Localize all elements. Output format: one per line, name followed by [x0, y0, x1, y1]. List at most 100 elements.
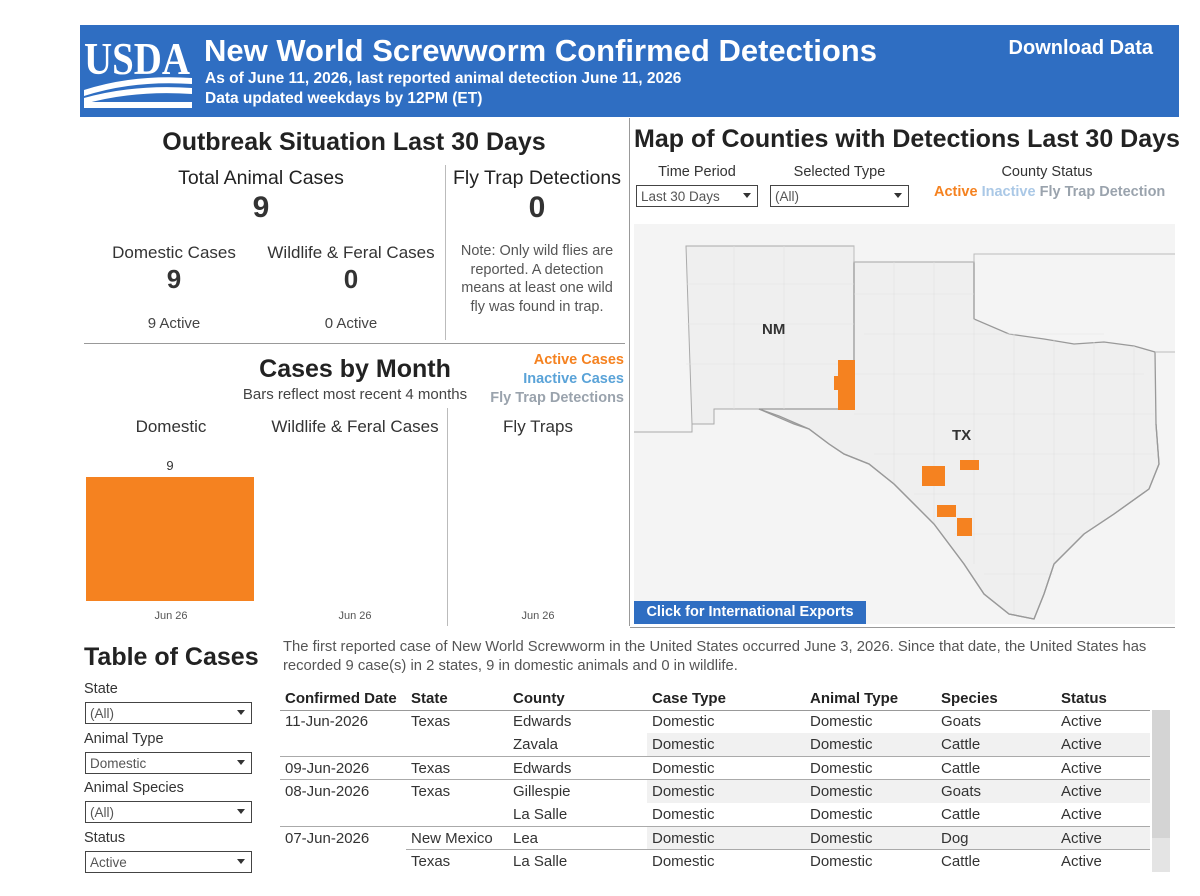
county-status-label: County Status — [1001, 164, 1093, 180]
flytrap-note: Note: Only wild flies are reported. A de… — [460, 243, 614, 315]
table-cell-species: Goats — [941, 713, 982, 731]
table-cell-species: Cattle — [936, 733, 1056, 757]
table-cell-species: Cattle — [941, 806, 981, 824]
table-cell-animal-type: Domestic — [810, 713, 873, 731]
wildlife-cases-label: Wildlife & Feral Cases — [267, 243, 435, 262]
status-active: Active — [934, 184, 978, 200]
panel-label-wildlife: Wildlife & Feral Cases — [271, 417, 439, 436]
chevron-down-icon — [743, 193, 751, 198]
table-cell-case-type: Domestic — [652, 806, 715, 824]
table-title: Table of Cases — [84, 643, 259, 671]
table-cell-state: Texas — [406, 849, 508, 874]
table-cell-status: Active — [1056, 825, 1150, 850]
table-cell-date: 07-Jun-2026 — [280, 825, 406, 850]
wildlife-cases-value: 0 — [343, 264, 359, 294]
filter-label-animal-species: Animal Species — [84, 780, 184, 796]
bar-domestic[interactable] — [86, 477, 254, 601]
state-label-nm: NM — [762, 321, 785, 338]
county-lea[interactable] — [838, 360, 855, 410]
divider — [629, 118, 630, 626]
county-gillespie[interactable] — [960, 460, 979, 470]
table-cell-date — [280, 733, 406, 756]
scrollbar-thumb[interactable] — [1152, 710, 1170, 838]
total-cases-value: 9 — [252, 191, 270, 224]
chevron-down-icon — [237, 710, 245, 715]
table-cell-animal-type: Domestic — [810, 806, 873, 824]
table-row[interactable]: 09-Jun-2026 Texas Edwards Domestic Domestic C… — [280, 756, 1150, 780]
table-cell-county: Lea — [508, 825, 647, 850]
col-header-species[interactable]: Species — [936, 688, 1056, 711]
table-scrollbar[interactable] — [1152, 710, 1170, 872]
animal-type-filter-dropdown[interactable]: Domestic — [85, 752, 252, 774]
table-cell-date — [280, 850, 406, 873]
cases-table: Confirmed Date State County Case Type An… — [280, 688, 1150, 874]
panel-label-domestic: Domestic — [135, 417, 207, 436]
state-filter-dropdown[interactable]: (All) — [85, 702, 252, 724]
selected-type-dropdown[interactable]: (All) — [770, 185, 909, 207]
col-header-county[interactable]: County — [508, 688, 647, 711]
table-cell-case-type: Domestic — [647, 756, 805, 780]
table-cell-species: Goats — [936, 779, 1056, 804]
status-flytrap: Fly Trap Detection — [1039, 184, 1166, 200]
col-header-animal-type[interactable]: Animal Type — [805, 688, 936, 711]
county-zavala[interactable] — [937, 505, 956, 517]
filter-label-status: Status — [84, 830, 126, 846]
table-cell-species: Cattle — [936, 849, 1056, 874]
table-row[interactable]: Texas La Salle Domestic Domestic Cattle Activ… — [280, 849, 1150, 874]
table-cell-county: La Salle — [513, 806, 568, 824]
table-cell-state: Texas — [406, 779, 508, 804]
status-inactive: Inactive — [981, 184, 1036, 200]
table-row[interactable]: Zavala Domestic Domestic Cattle Active — [280, 733, 1150, 757]
international-exports-button[interactable]: Click for International Exports — [634, 601, 866, 624]
usda-logo: USDA — [84, 34, 192, 108]
table-header-row: Confirmed Date State County Case Type An… — [280, 688, 1150, 711]
chevron-down-icon — [237, 760, 245, 765]
table-cell-case-type: Domestic — [647, 849, 805, 874]
table-cell-species: Cattle — [936, 756, 1056, 780]
status-filter-dropdown[interactable]: Active — [85, 851, 252, 873]
table-cell-case-type: Domestic — [647, 779, 805, 804]
table-cell-state: Texas — [411, 713, 451, 731]
county-la-salle[interactable] — [957, 518, 972, 536]
col-header-status[interactable]: Status — [1056, 688, 1150, 711]
col-header-state[interactable]: State — [406, 688, 508, 711]
time-period-dropdown[interactable]: Last 30 Days — [636, 185, 758, 207]
county-status-legend: Active Inactive Fly Trap Detection — [934, 184, 1165, 200]
download-data-button[interactable]: Download Data — [1009, 37, 1153, 60]
as-of-date: As of June 11, 2026, last reported anima… — [205, 70, 682, 87]
table-row[interactable]: 11-Jun-2026 Texas Edwards Domestic Domestic G… — [280, 710, 1150, 733]
col-header-case-type[interactable]: Case Type — [647, 688, 805, 711]
table-row[interactable]: La Salle Domestic Domestic Cattle Active — [280, 803, 1150, 826]
table-cell-species: Dog — [936, 825, 1056, 850]
chevron-down-icon — [894, 193, 902, 198]
legend-inactive-cases: Inactive Cases — [523, 371, 624, 387]
animal-species-filter-dropdown[interactable]: (All) — [85, 801, 252, 823]
table-cell-animal-type: Domestic — [805, 849, 936, 874]
table-row[interactable]: 08-Jun-2026 Texas Gillespie Domestic Domesti… — [280, 779, 1150, 804]
update-schedule: Data updated weekdays by 12PM (ET) — [205, 90, 483, 107]
flytrap-label: Fly Trap Detections — [453, 167, 621, 189]
filter-label-state: State — [84, 681, 118, 697]
total-cases-label: Total Animal Cases — [178, 167, 344, 189]
table-cell-state — [406, 803, 508, 826]
table-cell-animal-type: Domestic — [805, 756, 936, 780]
table-row[interactable]: 07-Jun-2026 New Mexico Lea Domestic Domestic… — [280, 825, 1150, 850]
table-cell-state: Texas — [406, 756, 508, 780]
table-cell-date: 11-Jun-2026 — [285, 713, 369, 731]
table-cell-status: Active — [1056, 849, 1150, 874]
county-edwards[interactable] — [922, 466, 945, 486]
table-cell-date: 09-Jun-2026 — [280, 756, 406, 780]
legend-active-cases: Active Cases — [533, 352, 624, 368]
col-header-confirmed-date[interactable]: Confirmed Date — [280, 688, 406, 711]
table-cell-county: Edwards — [513, 713, 572, 731]
table-cell-status: Active — [1061, 713, 1102, 731]
table-cell-animal-type: Domestic — [805, 825, 936, 850]
table-cell-animal-type: Domestic — [805, 779, 936, 804]
page-title: New World Screwworm Confirmed Detections — [204, 33, 877, 68]
table-cell-status: Active — [1056, 733, 1150, 757]
time-period-label: Time Period — [658, 164, 736, 180]
wildlife-active-count: 0 Active — [324, 315, 378, 332]
cases-by-month-chart: 9 Jun 26 Jun 26 Jun 26 — [86, 458, 555, 622]
county-map[interactable]: NM TX — [634, 224, 1175, 624]
cases-by-month-subtitle: Bars reflect most recent 4 months — [242, 386, 468, 403]
